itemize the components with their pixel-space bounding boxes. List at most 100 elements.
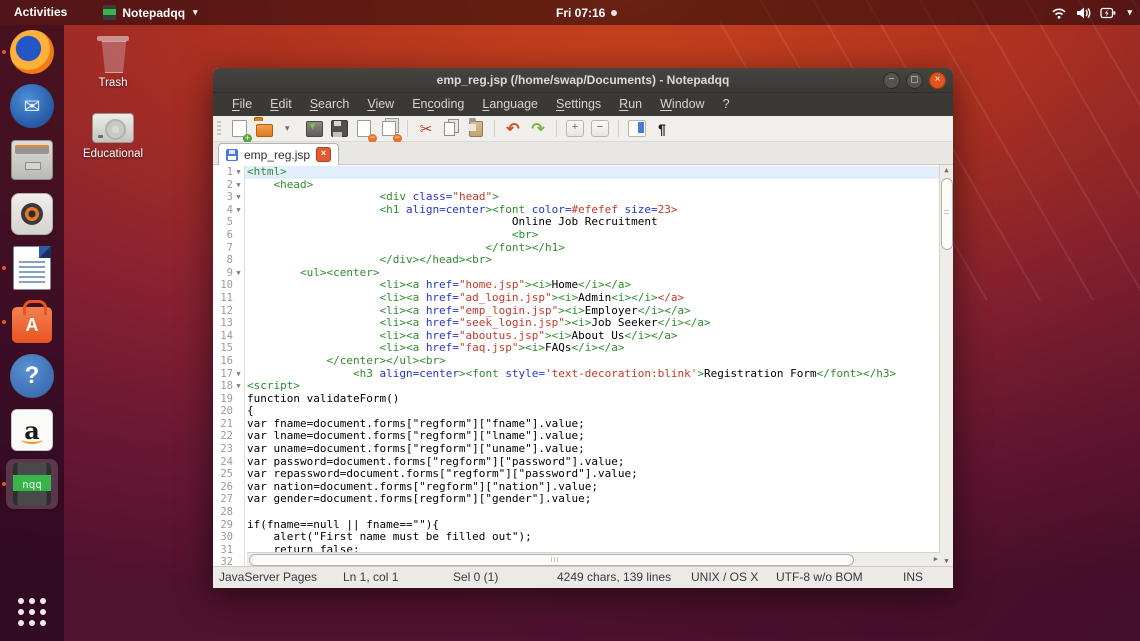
minimize-button[interactable]: − (883, 72, 900, 89)
fold-gutter (233, 519, 245, 532)
tab-bar: emp_reg.jsp × (213, 142, 953, 165)
dock-item-thunderbird[interactable]: ✉ (0, 79, 64, 133)
horizontal-scrollbar[interactable]: ▶ (247, 552, 940, 566)
menu-encoding[interactable]: Encoding (403, 93, 473, 116)
line-number: 14 (213, 330, 233, 343)
line-number: 8 (213, 254, 233, 267)
line-number: 24 (213, 456, 233, 469)
menu-edit[interactable]: Edit (261, 93, 301, 116)
dock-item-notepadqq[interactable]: nqq (0, 457, 64, 511)
show-all-chars-icon[interactable]: ¶ (653, 120, 671, 138)
files-icon (11, 140, 53, 180)
tab-emp-reg-jsp[interactable]: emp_reg.jsp × (218, 143, 339, 165)
top-bar: Activities Notepadqq ▾ Fri 07:16 ▾ (0, 0, 1140, 25)
line-number: 1 (213, 166, 233, 179)
fold-gutter (233, 330, 245, 343)
notepadqq-mini-icon (103, 5, 116, 20)
open-caret-icon[interactable]: ▾ (280, 120, 298, 138)
fold-marker-icon[interactable]: ▼ (233, 380, 245, 393)
system-status-area[interactable]: ▾ (1051, 0, 1132, 25)
cut-icon[interactable]: ✂ (417, 120, 435, 138)
fold-marker-icon[interactable]: ▼ (233, 166, 245, 179)
activities-button[interactable]: Activities (0, 0, 81, 25)
vertical-scrollbar[interactable]: ▲ ▼ (939, 165, 953, 566)
line-number: 29 (213, 519, 233, 532)
close-button[interactable]: × (929, 72, 946, 89)
running-indicator-dot (2, 266, 6, 270)
scroll-right-icon[interactable]: ▶ (934, 555, 938, 563)
menu-settings[interactable]: Settings (547, 93, 610, 116)
clock-label: Fri 07:16 (556, 6, 605, 20)
fold-gutter (233, 342, 245, 355)
dock-item-firefox[interactable] (0, 25, 64, 79)
app-menu-button[interactable]: Notepadqq ▾ (103, 0, 197, 25)
menu-[interactable]: ? (714, 93, 739, 116)
horizontal-scrollbar-thumb[interactable] (249, 554, 854, 566)
maximize-button[interactable]: ◻ (906, 72, 923, 89)
scroll-down-icon[interactable]: ▼ (940, 557, 953, 565)
fold-marker-icon[interactable]: ▼ (233, 368, 245, 381)
dock-item-files[interactable] (0, 133, 64, 187)
fold-marker-icon[interactable]: ▼ (233, 204, 245, 217)
copy-icon[interactable] (442, 120, 460, 138)
code-text: <html> (245, 166, 940, 179)
line-number: 22 (213, 430, 233, 443)
dock-item-rhythmbox[interactable] (0, 187, 64, 241)
help-icon: ? (10, 354, 54, 398)
line-number: 30 (213, 531, 233, 544)
zoom-in-icon[interactable]: + (566, 120, 584, 138)
fold-gutter (233, 405, 245, 418)
dock-item-ubuntu-software[interactable]: A (0, 295, 64, 349)
save-icon[interactable] (305, 120, 323, 138)
word-wrap-icon[interactable] (628, 120, 646, 138)
line-number: 17 (213, 368, 233, 381)
scroll-up-icon[interactable]: ▲ (940, 166, 953, 174)
window-title: emp_reg.jsp (/home/swap/Documents) - Not… (213, 68, 953, 92)
save-all-icon[interactable] (330, 120, 348, 138)
zoom-out-icon[interactable]: − (591, 120, 609, 138)
code-area[interactable]: 1▼<html>2▼ <head>3▼ <div class="head">4▼… (213, 166, 940, 566)
line-number: 32 (213, 556, 233, 566)
dock-item-help[interactable]: ? (0, 349, 64, 403)
code-text: <h3 align=center><font style='text-decor… (245, 368, 940, 381)
tab-label: emp_reg.jsp (244, 148, 310, 162)
fold-gutter (233, 254, 245, 267)
window-titlebar[interactable]: emp_reg.jsp (/home/swap/Documents) - Not… (213, 68, 953, 93)
code-text: var gender=document.forms[regform"]["gen… (245, 493, 940, 506)
fold-marker-icon[interactable]: ▼ (233, 179, 245, 192)
ubuntu-software-icon: A (12, 307, 52, 343)
close-all-icon[interactable] (380, 120, 398, 138)
desktop-icon-trash[interactable]: Trash (75, 36, 151, 89)
undo-icon[interactable]: ↶ (504, 120, 522, 138)
vertical-scrollbar-thumb[interactable] (941, 178, 953, 250)
line-number: 10 (213, 279, 233, 292)
trash-label: Trash (75, 77, 151, 89)
menu-run[interactable]: Run (610, 93, 651, 116)
close-doc-icon[interactable] (355, 120, 373, 138)
amazon-icon: a (11, 409, 53, 451)
menu-search[interactable]: Search (301, 93, 359, 116)
desktop-icon-educational[interactable]: Educational (75, 113, 151, 160)
menu-language[interactable]: Language (473, 93, 547, 116)
menu-file[interactable]: File (223, 93, 261, 116)
notification-dot-icon (611, 10, 617, 16)
dock-item-amazon[interactable]: a (0, 403, 64, 457)
show-applications-button[interactable] (0, 589, 64, 635)
dock-item-libreoffice-writer[interactable] (0, 241, 64, 295)
open-icon[interactable] (255, 120, 273, 138)
line-number: 9 (213, 267, 233, 280)
menu-window[interactable]: Window (651, 93, 713, 116)
notepadqq-icon: nqq (13, 463, 51, 505)
redo-icon[interactable]: ↷ (529, 120, 547, 138)
menu-view[interactable]: View (358, 93, 403, 116)
fold-marker-icon[interactable]: ▼ (233, 267, 245, 280)
editor-area[interactable]: 1▼<html>2▼ <head>3▼ <div class="head">4▼… (213, 165, 953, 566)
status-insert-mode: INS (903, 570, 923, 584)
fold-marker-icon[interactable]: ▼ (233, 191, 245, 204)
paste-icon[interactable] (467, 120, 485, 138)
line-number: 6 (213, 229, 233, 242)
clock-button[interactable]: Fri 07:16 (556, 6, 617, 20)
new-icon[interactable] (230, 120, 248, 138)
chevron-down-icon: ▾ (1127, 7, 1132, 18)
tab-close-icon[interactable]: × (316, 147, 331, 162)
